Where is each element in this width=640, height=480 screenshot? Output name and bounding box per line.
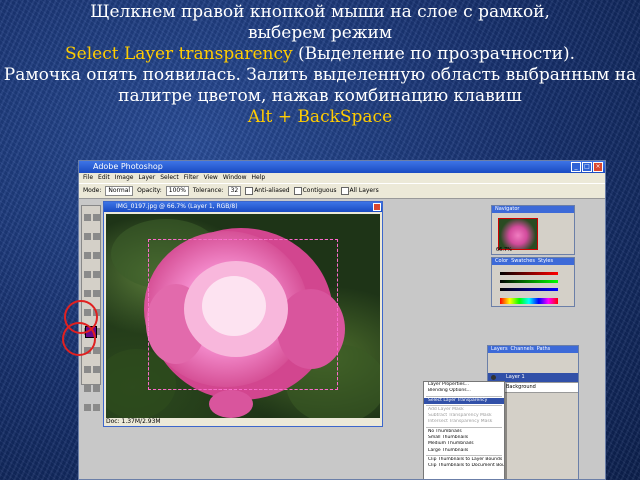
menu-window[interactable]: Window (223, 173, 247, 183)
tab-navigator[interactable]: Navigator (495, 206, 519, 213)
color-panel: Color Swatches Styles (491, 257, 575, 307)
menu-item-select-layer-transparency[interactable]: Select Layer Transparency (424, 397, 504, 404)
history-brush-tool-icon[interactable] (93, 290, 100, 297)
document-window: IMG_0197.jpg @ 66.7% (Layer 1, RGB/8) Do… (103, 201, 383, 427)
tolerance-input[interactable]: 32 (227, 186, 242, 196)
menu-help[interactable]: Help (252, 173, 266, 183)
lasso-tool-icon[interactable] (84, 233, 91, 240)
annotation-circle-swatch-lower (62, 322, 96, 356)
menu-item-clip-document-bounds[interactable]: Clip Thumbnails to Document Bounds (424, 463, 504, 469)
clone-stamp-tool-icon[interactable] (84, 290, 91, 297)
crop-tool-icon[interactable] (84, 252, 91, 259)
heading-line-5: палитре цветом, нажав комбинацию клавиш (118, 86, 522, 106)
menu-file[interactable]: File (83, 173, 93, 183)
menu-layer[interactable]: Layer (138, 173, 155, 183)
healing-brush-tool-icon[interactable] (84, 271, 91, 278)
heading-line-1: Щелкнем правой кнопкой мыши на слое с ра… (90, 2, 550, 22)
menu-image[interactable]: Image (115, 173, 134, 183)
brush-tool-icon[interactable] (93, 271, 100, 278)
document-title: IMG_0197.jpg @ 66.7% (Layer 1, RGB/8) (116, 203, 238, 210)
layer-context-menu: Layer Properties... Blending Options... … (423, 381, 505, 479)
menu-select[interactable]: Select (160, 173, 179, 183)
color-ramp[interactable] (500, 298, 558, 304)
heading-line-3: Select Layer transparency (Выделение по … (0, 44, 640, 65)
close-button[interactable]: × (593, 162, 603, 172)
heading-highlight-command: Select Layer transparency (64, 44, 293, 64)
photoshop-window: Adobe Photoshop _ □ × File Edit Image La… (78, 160, 606, 480)
menu-filter[interactable]: Filter (184, 173, 199, 183)
slide-heading: Щелкнем правой кнопкой мыши на слое с ра… (0, 2, 640, 128)
mode-label: Mode: (83, 187, 102, 194)
tab-channels[interactable]: Channels (511, 346, 534, 353)
layer-transparency-selection (148, 239, 338, 390)
menu-separator (426, 404, 502, 406)
menu-view[interactable]: View (204, 173, 218, 183)
navigator-panel: Navigator 66.7% (491, 205, 575, 255)
document-title-bar: IMG_0197.jpg @ 66.7% (Layer 1, RGB/8) (104, 202, 382, 212)
notes-tool-icon[interactable] (84, 385, 91, 392)
marquee-tool-icon[interactable] (84, 214, 91, 221)
tab-paths[interactable]: Paths (537, 346, 551, 353)
photoshop-title: Adobe Photoshop (93, 162, 163, 171)
menu-separator (426, 426, 502, 428)
options-bar: Mode: Normal Opacity: 100% Tolerance: 32… (79, 183, 605, 199)
visibility-eye-icon[interactable] (491, 375, 496, 380)
green-slider[interactable] (500, 280, 558, 283)
maximize-button[interactable]: □ (582, 162, 592, 172)
document-canvas[interactable] (106, 214, 380, 418)
contiguous-checkbox[interactable]: Contiguous (293, 184, 337, 198)
pen-tool-icon[interactable] (84, 366, 91, 373)
tab-color[interactable]: Color (495, 258, 508, 265)
tolerance-label: Tolerance: (192, 187, 224, 194)
shape-tool-icon[interactable] (93, 366, 100, 373)
antialiased-checkbox[interactable]: Anti-aliased (245, 184, 290, 198)
slice-tool-icon[interactable] (93, 252, 100, 259)
menu-item-large-thumbnails[interactable]: Large Thumbnails (424, 448, 504, 454)
all-layers-checkbox[interactable]: All Layers (340, 184, 379, 198)
navigator-thumbnail[interactable] (498, 218, 538, 250)
eyedropper-tool-icon[interactable] (93, 385, 100, 392)
type-tool-icon[interactable] (93, 347, 100, 354)
heading-line-2: выберем режим (247, 23, 393, 43)
heading-highlight-shortcut: Alt + BackSpace (247, 107, 393, 127)
tab-layers[interactable]: Layers (491, 346, 508, 353)
window-controls: _ □ × (571, 162, 603, 172)
menu-edit[interactable]: Edit (98, 173, 110, 183)
blue-slider[interactable] (500, 288, 558, 291)
minimize-button[interactable]: _ (571, 162, 581, 172)
document-status-bar: Doc: 1.37M/2.93M (106, 418, 161, 425)
magic-wand-tool-icon[interactable] (93, 233, 100, 240)
menu-bar: File Edit Image Layer Select Filter View… (79, 173, 605, 183)
heading-line-3-rest: (Выделение по прозрачности). (292, 44, 575, 64)
move-tool-icon[interactable] (93, 214, 100, 221)
photoshop-title-bar: Adobe Photoshop _ □ × (79, 161, 605, 173)
red-slider[interactable] (500, 272, 558, 275)
menu-item-blending-options[interactable]: Blending Options... (424, 388, 504, 394)
document-close-button[interactable] (373, 203, 381, 211)
layer-name: Layer 1 (506, 374, 525, 380)
toolbox (81, 205, 102, 411)
layer-name: Background (506, 384, 536, 390)
tab-swatches[interactable]: Swatches (511, 258, 535, 265)
hand-tool-icon[interactable] (84, 404, 91, 411)
heading-line-4: Рамочка опять появилась. Залить выделенн… (3, 65, 637, 85)
zoom-tool-icon[interactable] (93, 404, 100, 411)
opacity-input[interactable]: 100% (165, 186, 189, 196)
menu-separator (426, 454, 502, 456)
mode-select[interactable]: Normal (105, 186, 134, 196)
navigator-zoom[interactable]: 66.7% (496, 247, 512, 253)
opacity-label: Opacity: (137, 187, 162, 194)
menu-item-intersect-transparency[interactable]: Intersect Transparency Mask (424, 419, 504, 425)
tab-styles[interactable]: Styles (538, 258, 553, 265)
menu-separator (426, 395, 502, 397)
